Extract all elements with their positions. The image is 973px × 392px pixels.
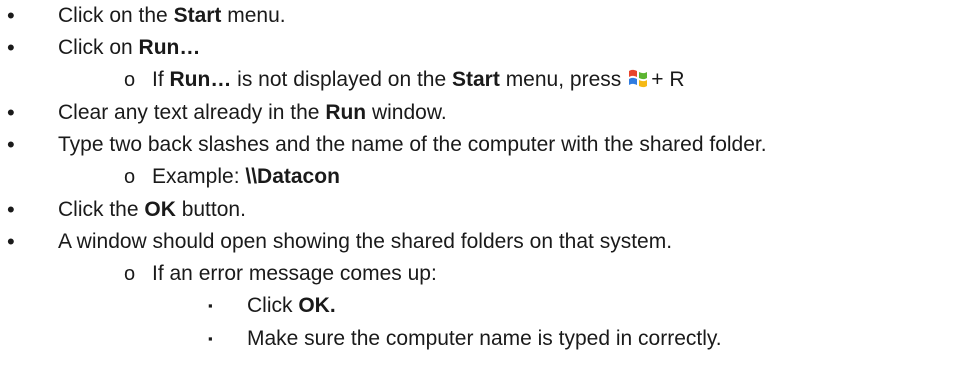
item-text: Example: (152, 165, 246, 188)
bullet-marker: o (124, 69, 136, 91)
bullet-marker: ▪ (208, 298, 213, 313)
item-text: A window should open showing the shared … (58, 230, 673, 253)
item-text: Type two back slashes and the name of th… (58, 133, 767, 156)
item-bold-text: Start (452, 68, 500, 91)
bullet-marker: o (124, 166, 136, 188)
item-bold-text: OK (144, 198, 176, 221)
item-text: menu. (221, 4, 286, 27)
item-text: window. (366, 101, 447, 124)
item-text: Click on the (58, 4, 174, 27)
item-text: Make sure the computer name is typed in … (247, 327, 722, 350)
item-text: Clear any text already in the (58, 101, 326, 124)
item-text: Click on (58, 36, 139, 59)
item-text: button. (175, 198, 246, 221)
bullet-marker: • (7, 3, 15, 28)
bullet-marker: • (7, 100, 15, 125)
item-text: Click (247, 294, 299, 317)
item-text: If (152, 68, 170, 91)
instruction-document: • Click on the Start menu. • Click on Ru… (0, 0, 973, 392)
bullet-marker: • (7, 229, 15, 254)
item-text: + R (651, 68, 685, 91)
bullet-marker: • (7, 35, 15, 60)
bullet-marker: o (124, 263, 136, 285)
item-bold-text: Run (325, 101, 367, 124)
windows-logo-icon (627, 67, 649, 99)
bullet-marker: ▪ (208, 331, 213, 346)
item-text: If an error message comes up: (152, 262, 437, 285)
item-bold-text: \\Datacon (245, 165, 340, 188)
item-bold-text: OK. (298, 294, 336, 317)
item-bold-text: Run… (138, 36, 201, 59)
item-text: Click the (58, 198, 145, 221)
bullet-marker: • (7, 132, 15, 157)
item-text: menu, press (499, 68, 622, 91)
item-bold-text: Start (173, 4, 222, 27)
item-bold-text: Run… (169, 68, 232, 91)
item-text: is not displayed on the (231, 68, 452, 91)
bullet-marker: • (7, 197, 15, 222)
